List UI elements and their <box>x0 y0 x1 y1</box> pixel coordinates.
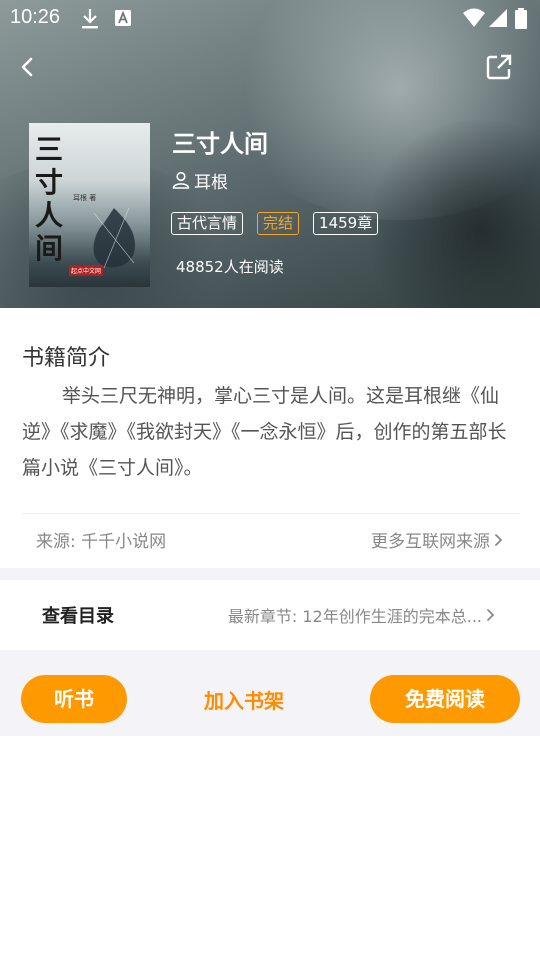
latest-chapter[interactable]: 最新章节: 12年创作生涯的完本总... <box>228 603 498 627</box>
battery-icon <box>515 8 527 29</box>
more-sources-label: 更多互联网来源 <box>371 532 490 552</box>
book-cover[interactable]: 三寸人间 耳根 著 起点中文网 <box>29 123 150 287</box>
book-header: 10:26 三寸人间 耳根 著 起点中文网 三寸人间 耳根 古代言情 完结 14… <box>0 0 540 308</box>
book-title: 三寸人间 <box>172 130 268 158</box>
tag-status: 完结 <box>257 212 300 235</box>
intro-text: 举头三尺无神明，掌心三寸是人间。这是耳根继《仙逆》《求魔》《我欲封天》《一念永恒… <box>22 385 507 479</box>
signal-icon <box>489 9 507 27</box>
toc-label: 查看目录 <box>42 606 114 627</box>
status-bar: 10:26 <box>0 0 540 36</box>
tag-genre: 古代言情 <box>171 212 244 235</box>
action-bar: 听书 加入书架 免费阅读 <box>0 650 540 736</box>
more-sources-link[interactable]: 更多互联网来源 <box>371 527 506 552</box>
add-to-shelf-button[interactable]: 加入书架 <box>204 685 284 714</box>
author-name: 耳根 <box>194 172 228 193</box>
book-tags: 古代言情 完结 1459章 <box>171 212 379 235</box>
keyboard-a-icon <box>115 10 131 26</box>
divider <box>22 513 520 514</box>
status-time: 10:26 <box>10 6 61 28</box>
chevron-right-icon <box>487 609 495 621</box>
chevron-right-icon <box>495 533 503 546</box>
table-of-contents-row[interactable]: 查看目录 最新章节: 12年创作生涯的完本总... <box>0 580 540 650</box>
free-read-button[interactable]: 免费阅读 <box>370 675 520 723</box>
intro-heading: 书籍简介 <box>22 346 111 371</box>
cover-title: 三寸人间 <box>35 133 64 265</box>
share-icon[interactable] <box>484 52 514 82</box>
wifi-icon <box>463 8 485 27</box>
readers-count: 48852人在阅读 <box>176 258 284 276</box>
listen-button[interactable]: 听书 <box>21 675 127 723</box>
back-icon[interactable] <box>14 52 42 82</box>
download-icon <box>82 9 98 29</box>
section-gap <box>0 568 540 580</box>
person-icon <box>172 171 190 189</box>
cover-publisher-logo: 起点中文网 <box>69 265 104 276</box>
cover-figure-image <box>93 207 135 269</box>
source-label: 来源: 千千小说网 <box>36 532 167 552</box>
author-row[interactable]: 耳根 <box>172 170 228 193</box>
tag-chapters: 1459章 <box>313 212 379 235</box>
source-row: 来源: 千千小说网 更多互联网来源 <box>36 527 506 552</box>
cover-author: 耳根 著 <box>73 194 97 202</box>
latest-chapter-label: 最新章节: 12年创作生涯的完本总... <box>227 607 482 626</box>
